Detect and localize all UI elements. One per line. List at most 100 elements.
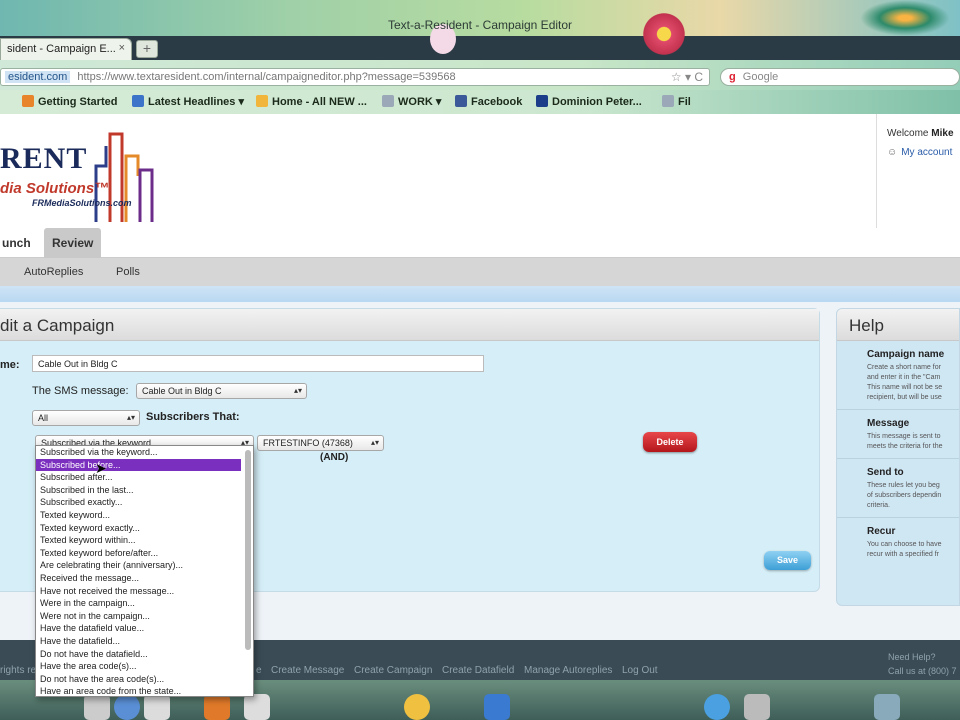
footer-link[interactable]: Create Campaign: [354, 665, 432, 676]
dropdown-option[interactable]: Do not have the datafield...: [36, 648, 253, 661]
footer-link[interactable]: e: [256, 665, 262, 676]
app-icon[interactable]: [84, 694, 110, 720]
dropdown-option[interactable]: Texted keyword exactly...: [36, 522, 253, 535]
footer-copyright: rights re: [0, 665, 37, 676]
url-bar[interactable]: esident.com https://www.textaresident.co…: [0, 68, 710, 86]
footer-link[interactable]: Manage Autoreplies: [524, 665, 612, 676]
footer-link[interactable]: Create Message: [271, 665, 344, 676]
dropdown-option[interactable]: Have an area code from the state...: [36, 685, 253, 696]
folder-icon: [382, 95, 394, 107]
help-section-recur: Recur You can choose to have recur with …: [867, 526, 942, 558]
welcome-text: Welcome: [887, 128, 929, 139]
dropdown-option[interactable]: Were in the campaign...: [36, 597, 253, 610]
bookmark-item[interactable]: WORK ▾: [382, 95, 441, 108]
help-title: Help: [837, 309, 959, 341]
bookmark-item[interactable]: Latest Headlines ▾: [132, 95, 244, 108]
tab-launch[interactable]: unch: [0, 228, 39, 258]
dropdown-option[interactable]: Texted keyword within...: [36, 534, 253, 547]
help-section-message: Message This message is sent to meets th…: [837, 410, 959, 459]
app-icon[interactable]: [704, 694, 730, 720]
firefox-icon: [22, 95, 34, 107]
dropdown-option[interactable]: Subscribed exactly...: [36, 496, 253, 509]
footer-link[interactable]: Log Out: [622, 665, 658, 676]
subnav-polls[interactable]: Polls: [116, 266, 140, 278]
app-icon[interactable]: [484, 694, 510, 720]
app-icon[interactable]: [874, 694, 900, 720]
keyword-select[interactable]: FRTESTINFO (47368) ▴▾: [257, 435, 384, 451]
subnav-autoreplies[interactable]: AutoReplies: [24, 266, 83, 278]
bookmark-item[interactable]: Fil: [662, 95, 691, 108]
logo-tagline: dia Solutions™: [0, 180, 110, 197]
search-placeholder: Google: [742, 71, 779, 83]
close-tab-icon[interactable]: ×: [119, 42, 125, 54]
help-section-campaign-name: Campaign name Create a short name for an…: [837, 341, 959, 410]
logo-url: FRMediaSolutions.com: [32, 198, 132, 208]
dropdown-option[interactable]: Texted keyword before/after...: [36, 547, 253, 560]
site-identity[interactable]: esident.com: [5, 71, 71, 83]
app-icon[interactable]: [404, 694, 430, 720]
bookmark-item[interactable]: Getting Started: [22, 95, 117, 108]
home-icon: [256, 95, 268, 107]
delete-button[interactable]: Delete: [643, 432, 697, 452]
browser-tab[interactable]: sident - Campaign E... ×: [0, 38, 132, 60]
google-icon: g: [729, 71, 736, 83]
campaign-name-label: me:: [0, 359, 20, 371]
mouse-cursor-icon: ➤: [95, 460, 107, 476]
dropdown-option[interactable]: Have not received the message...: [36, 585, 253, 598]
dropdown-option[interactable]: Subscribed in the last...: [36, 484, 253, 497]
scope-select[interactable]: All ▴▾: [32, 410, 140, 426]
my-account-link[interactable]: My account: [887, 147, 960, 158]
bookmark-star-icon[interactable]: ☆ ▾ C: [671, 70, 703, 84]
folder-icon: [662, 95, 674, 107]
dropdown-option[interactable]: Have the datafield value...: [36, 622, 253, 635]
subscribers-that-label: Subscribers That:: [146, 411, 240, 423]
window-title: Text-a-Resident - Campaign Editor: [387, 18, 573, 32]
dropdown-option[interactable]: Have the datafield...: [36, 635, 253, 648]
user-name: Mike: [931, 128, 954, 139]
facebook-icon: [455, 95, 467, 107]
bookmark-item[interactable]: Facebook: [455, 95, 522, 108]
new-tab-button[interactable]: +: [136, 40, 158, 58]
user-panel: Welcome Mike My account: [876, 114, 960, 228]
chevron-down-icon: ▴▾: [293, 386, 302, 395]
dropdown-option[interactable]: Have the area code(s)...: [36, 660, 253, 673]
url-text: https://www.textaresident.com/internal/c…: [77, 71, 456, 83]
sms-message-label: The SMS message:: [32, 385, 129, 397]
app-icon[interactable]: [114, 694, 140, 720]
chevron-down-icon: ▴▾: [126, 413, 135, 422]
dropdown-option[interactable]: Subscribed via the keyword...: [36, 446, 253, 459]
dropdown-option[interactable]: Are celebrating their (anniversary)...: [36, 559, 253, 572]
dropdown-option[interactable]: Texted keyword...: [36, 509, 253, 522]
app-icon[interactable]: [744, 694, 770, 720]
help-panel: Help Campaign name Create a short name f…: [836, 308, 960, 606]
dropdown-option-selected[interactable]: Subscribed before...: [36, 458, 241, 472]
campaign-name-input[interactable]: Cable Out in Bldg C: [32, 355, 484, 372]
bookmarks-bar: Getting Started Latest Headlines ▾ Home …: [0, 90, 960, 114]
dropdown-option[interactable]: Do not have the area code(s)...: [36, 673, 253, 686]
and-label: (AND): [320, 452, 349, 463]
criteria-dropdown-list[interactable]: Subscribed via the keyword... Subscribed…: [35, 445, 254, 697]
app-icon[interactable]: [144, 694, 170, 720]
tab-review[interactable]: Review: [44, 228, 102, 258]
dropdown-scrollbar[interactable]: [245, 450, 251, 650]
site-logo[interactable]: RENT: [0, 142, 87, 176]
app-icon[interactable]: [244, 694, 270, 720]
sub-nav: AutoReplies Polls: [0, 258, 960, 286]
footer-link[interactable]: Create Datafield: [442, 665, 514, 676]
site-icon: [536, 95, 548, 107]
app-icon[interactable]: [204, 694, 230, 720]
help-section-send-to: Send to These rules let you beg of subsc…: [837, 459, 959, 518]
footer-help: Need Help? Call us at (800) 7: [888, 652, 957, 676]
main-nav: unch Review: [0, 228, 960, 258]
search-input[interactable]: g Google: [720, 68, 960, 86]
sms-message-select[interactable]: Cable Out in Bldg C ▴▾: [136, 383, 307, 399]
tab-title: sident - Campaign E...: [7, 43, 116, 55]
bookmark-item[interactable]: Dominion Peter...: [536, 95, 642, 108]
site-header: RENT dia Solutions™ FRMediaSolutions.com…: [0, 114, 960, 228]
chevron-down-icon: ▴▾: [370, 438, 379, 447]
dropdown-option[interactable]: Were not in the campaign...: [36, 610, 253, 623]
save-button[interactable]: Save: [764, 551, 811, 570]
dropdown-option[interactable]: Subscribed after...: [36, 471, 253, 484]
bookmark-item[interactable]: Home - All NEW ...: [256, 95, 367, 108]
dropdown-option[interactable]: Received the message...: [36, 572, 253, 585]
